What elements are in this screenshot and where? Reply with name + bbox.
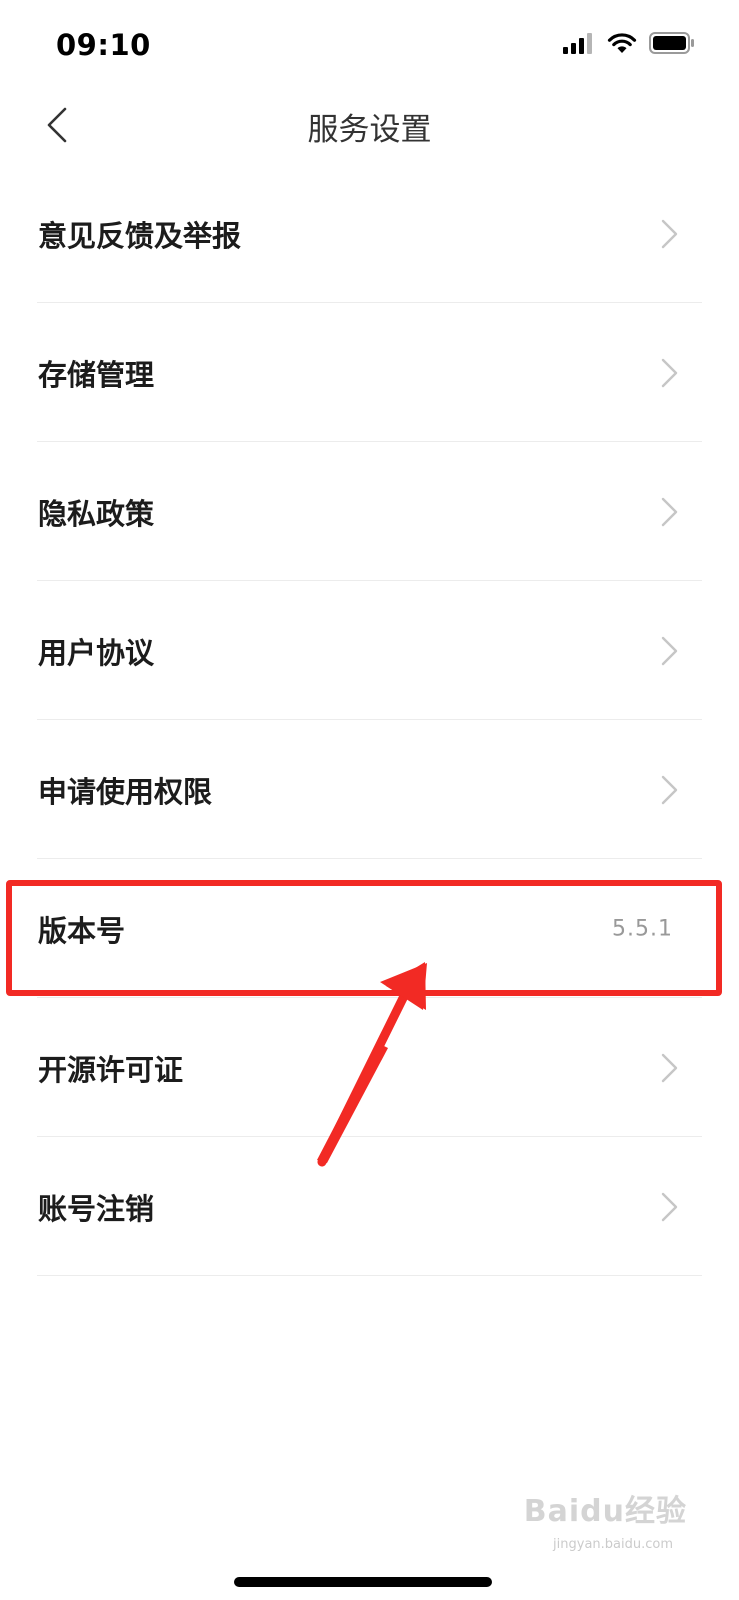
settings-item-feedback[interactable]: 意见反馈及举报 xyxy=(0,164,739,303)
settings-item-label: 用户协议 xyxy=(38,635,155,670)
battery-icon xyxy=(649,32,694,54)
annotation-highlight-box xyxy=(6,880,722,996)
settings-item-account-deletion[interactable]: 账号注销 xyxy=(0,1137,739,1276)
status-icons xyxy=(563,32,695,54)
status-time: 09:10 xyxy=(56,28,151,62)
chevron-right-icon xyxy=(661,358,678,387)
chevron-right-icon xyxy=(661,1053,678,1082)
settings-item-user-agreement[interactable]: 用户协议 xyxy=(0,581,739,720)
settings-item-storage[interactable]: 存储管理 xyxy=(0,303,739,442)
baidu-watermark-url: jingyan.baidu.com xyxy=(553,1537,673,1552)
wifi-icon xyxy=(607,33,637,53)
divider xyxy=(37,1275,702,1276)
baidu-watermark: Baidu经验 xyxy=(523,1494,687,1529)
status-bar: 09:10 xyxy=(0,0,739,90)
settings-item-label: 开源许可证 xyxy=(38,1052,184,1087)
settings-list: 意见反馈及举报 存储管理 隐私政策 用户协议 申请使用权限 版本号 5.5.1 … xyxy=(0,164,739,1276)
cellular-signal-icon xyxy=(563,33,592,54)
chevron-right-icon xyxy=(661,497,678,526)
chevron-right-icon xyxy=(661,1192,678,1221)
settings-item-label: 意见反馈及举报 xyxy=(38,218,242,253)
home-indicator xyxy=(234,1577,492,1587)
navigation-bar: 服务设置 xyxy=(0,90,739,160)
settings-item-open-source-licenses[interactable]: 开源许可证 xyxy=(0,998,739,1137)
settings-item-label: 存储管理 xyxy=(38,357,155,392)
settings-item-permissions[interactable]: 申请使用权限 xyxy=(0,720,739,859)
settings-item-label: 隐私政策 xyxy=(38,496,155,531)
chevron-right-icon xyxy=(661,636,678,665)
chevron-right-icon xyxy=(661,775,678,804)
settings-item-label: 申请使用权限 xyxy=(38,774,213,809)
settings-item-privacy-policy[interactable]: 隐私政策 xyxy=(0,442,739,581)
page-title: 服务设置 xyxy=(307,112,432,148)
settings-item-label: 账号注销 xyxy=(38,1191,155,1226)
chevron-right-icon xyxy=(661,219,678,248)
